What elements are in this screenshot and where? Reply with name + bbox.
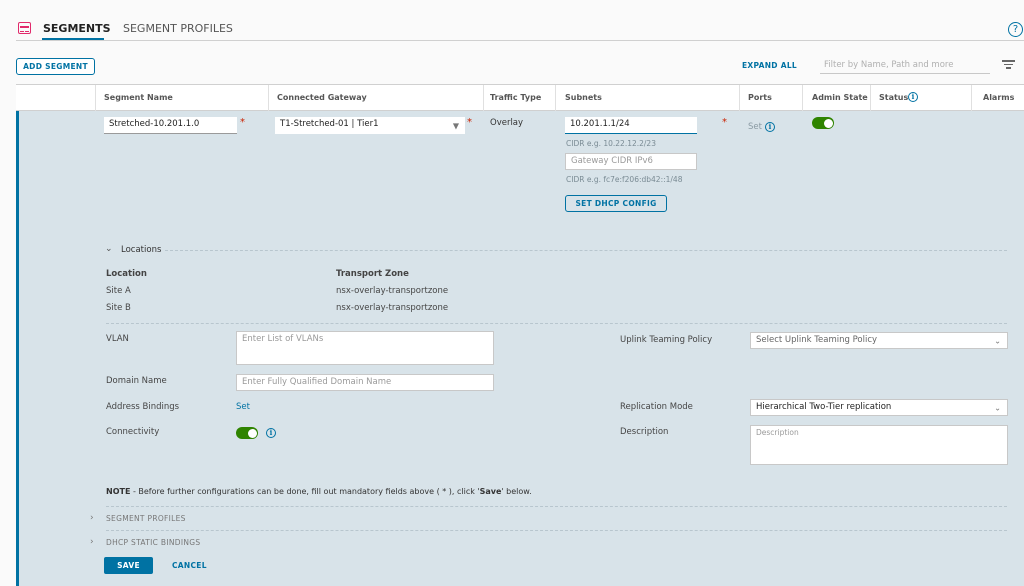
replication-mode-value: Hierarchical Two-Tier replication (756, 402, 892, 412)
segments-icon (18, 22, 31, 34)
status-info-icon[interactable]: i (908, 92, 918, 102)
zone-site-a: nsx-overlay-transportzone (336, 286, 449, 296)
connected-gateway-select[interactable]: T1-Stretched-01 | Tier1 ▼ (275, 117, 465, 134)
description-label: Description (620, 427, 669, 437)
subnet-hint: CIDR e.g. 10.22.12.2/23 (566, 139, 656, 148)
note-text: NOTE - Before further configurations can… (106, 487, 532, 496)
address-bindings-set-link[interactable]: Set (236, 402, 250, 412)
ports-info-icon[interactable]: i (765, 122, 775, 132)
col-status[interactable]: Status (879, 93, 908, 102)
required-mark: * (722, 117, 727, 128)
note-part2: ' below. (501, 487, 532, 496)
chevron-down-icon: ⌄ (994, 403, 1001, 412)
connectivity-label: Connectivity (106, 427, 160, 437)
filter-placeholder: Filter by Name, Path and more (824, 60, 954, 70)
col-subnets[interactable]: Subnets (565, 93, 602, 102)
address-bindings-label: Address Bindings (106, 402, 180, 412)
note-divider (106, 506, 1007, 507)
note-save-word: Save (479, 487, 502, 496)
subnet-input[interactable]: 10.201.1.1/24 (565, 117, 697, 134)
chevron-down-icon[interactable]: ⌄ (105, 244, 113, 254)
domain-name-input[interactable]: Enter Fully Qualified Domain Name (236, 374, 494, 391)
note-part1: - Before further configurations can be d… (130, 487, 480, 496)
uplink-teaming-select[interactable]: Select Uplink Teaming Policy ⌄ (750, 332, 1008, 349)
replication-mode-label: Replication Mode (620, 402, 693, 412)
col-ports[interactable]: Ports (748, 93, 772, 102)
vlan-label: VLAN (106, 334, 129, 344)
vlan-textarea[interactable]: Enter List of VLANs (236, 331, 494, 365)
location-header: Location (106, 269, 147, 279)
gateway-ipv6-input[interactable]: Gateway CIDR IPv6 (565, 153, 697, 170)
zone-site-b: nsx-overlay-transportzone (336, 303, 449, 313)
uplink-teaming-value: Select Uplink Teaming Policy (756, 335, 878, 345)
connectivity-toggle[interactable] (236, 427, 258, 439)
dhcp-static-bindings-section[interactable]: DHCP STATIC BINDINGS (106, 538, 200, 547)
locations-bottom-divider (106, 323, 1007, 324)
chevron-down-icon: ▼ (452, 121, 459, 130)
locations-title[interactable]: Locations (121, 245, 161, 255)
col-connected-gateway[interactable]: Connected Gateway (277, 93, 367, 102)
save-button[interactable]: SAVE (104, 557, 153, 574)
chevron-right-icon[interactable]: › (90, 513, 94, 523)
segment-name-input[interactable]: Stretched-10.201.1.0 (104, 117, 237, 134)
description-textarea[interactable]: Description (750, 425, 1008, 465)
connectivity-info-icon[interactable]: i (266, 428, 276, 438)
filter-input[interactable]: Filter by Name, Path and more (820, 57, 990, 74)
tab-segments[interactable]: SEGMENTS (43, 22, 111, 35)
col-alarms[interactable]: Alarms (983, 93, 1014, 102)
col-segment-name[interactable]: Segment Name (104, 93, 173, 102)
admin-state-toggle[interactable] (812, 117, 834, 129)
required-mark: * (467, 117, 472, 128)
location-site-b: Site B (106, 303, 131, 313)
tabs-divider (16, 40, 1024, 41)
traffic-type-value: Overlay (490, 118, 524, 128)
cancel-button[interactable]: CANCEL (172, 561, 207, 570)
transport-zone-header: Transport Zone (336, 269, 409, 279)
location-site-a: Site A (106, 286, 131, 296)
expand-all-link[interactable]: EXPAND ALL (742, 61, 797, 70)
chevron-right-icon[interactable]: › (90, 537, 94, 547)
chevron-down-icon: ⌄ (994, 336, 1001, 345)
filter-icon[interactable] (1002, 60, 1015, 69)
note-bold: NOTE (106, 487, 131, 496)
segment-profiles-section[interactable]: SEGMENT PROFILES (106, 514, 186, 523)
col-admin-state[interactable]: Admin State (812, 93, 868, 102)
replication-mode-select[interactable]: Hierarchical Two-Tier replication ⌄ (750, 399, 1008, 416)
locations-divider (165, 250, 1007, 251)
ipv6-hint: CIDR e.g. fc7e:f206:db42::1/48 (566, 175, 683, 184)
section-divider (106, 530, 1007, 531)
help-icon[interactable]: ? (1008, 22, 1023, 37)
add-segment-button[interactable]: ADD SEGMENT (16, 58, 95, 75)
tab-segment-profiles[interactable]: SEGMENT PROFILES (123, 22, 233, 35)
required-mark: * (240, 117, 245, 128)
ports-set-link[interactable]: Set (748, 122, 762, 132)
uplink-teaming-label: Uplink Teaming Policy (620, 335, 713, 345)
col-traffic-type[interactable]: Traffic Type (490, 93, 541, 102)
connected-gateway-value: T1-Stretched-01 | Tier1 (280, 119, 379, 129)
domain-name-label: Domain Name (106, 376, 167, 386)
set-dhcp-config-button[interactable]: SET DHCP CONFIG (565, 195, 667, 212)
